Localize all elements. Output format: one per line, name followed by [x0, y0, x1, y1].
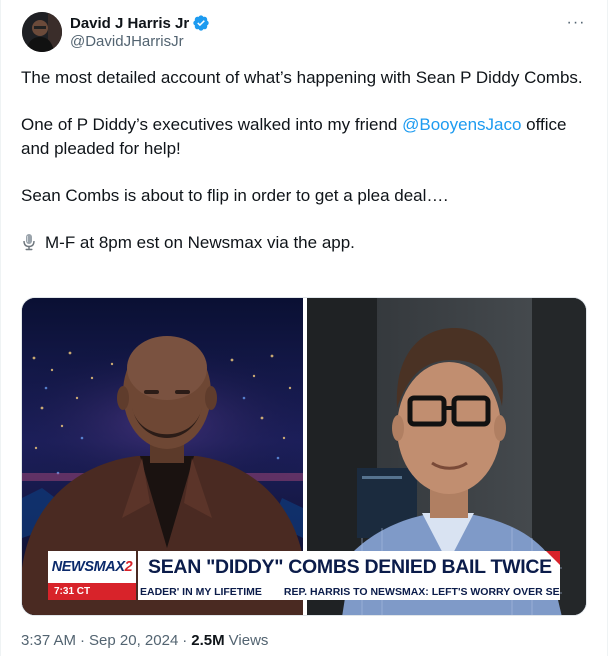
views-label: Views [228, 632, 269, 649]
tweet-paragraph-1: The most detailed account of what’s happ… [21, 68, 583, 87]
ticker-segment-2: REP. HARRIS TO NEWSMAX: LEFT'S WORRY OVE… [283, 585, 560, 598]
tweet-text-segment: One of P Diddy’s executives walked into … [21, 115, 403, 134]
chyron-ticker: EADER' IN MY LIFETIME REP. HARRIS TO NEW… [138, 583, 560, 600]
microphone-icon [21, 233, 37, 251]
chyron-time: 7:31 CT [48, 583, 136, 600]
author-avatar[interactable] [22, 12, 62, 52]
meta-separator: · [182, 632, 188, 649]
tweet-paragraph-3: Sean Combs is about to flip in order to … [21, 185, 449, 205]
tweet-paragraph-2: One of P Diddy’s executives walked into … [21, 113, 587, 160]
tweet: David J Harris Jr @DavidJHarrisJr ··· Th… [0, 0, 608, 656]
tweet-timestamp-date[interactable]: Sep 20, 2024 [89, 632, 178, 649]
meta-separator: · [80, 632, 86, 649]
author-display-name[interactable]: David J Harris Jr [70, 15, 189, 32]
tweet-text-segment: M-F at 8pm est on Newsmax via the app. [45, 232, 355, 252]
tweet-timestamp-time[interactable]: 3:37 AM [21, 632, 76, 649]
author-handle[interactable]: @DavidJHarrisJr [70, 33, 184, 50]
views-count: 2.5M [191, 632, 225, 649]
chyron-corner-accent [546, 551, 560, 565]
tweet-text: The most detailed account of what’s happ… [21, 66, 587, 254]
author-name-row: David J Harris Jr [70, 13, 210, 33]
mention-link[interactable]: @BooyensJaco [402, 115, 521, 134]
news-chyron: NEWSMAX 2 SEAN "DIDDY" COMBS DENIED BAIL … [48, 551, 560, 606]
logo-brand-main: NEWSMAX [51, 559, 125, 575]
ticker-segment-1: EADER' IN MY LIFETIME [140, 585, 262, 598]
newsmax2-logo: NEWSMAX 2 [48, 551, 136, 583]
chyron-headline-text: SEAN "DIDDY" COMBS DENIED BAIL TWICE [148, 555, 552, 578]
verified-badge-icon[interactable] [192, 14, 210, 32]
more-options-icon[interactable]: ··· [565, 12, 587, 34]
logo-brand-number: 2 [124, 559, 133, 575]
chyron-headline: SEAN "DIDDY" COMBS DENIED BAIL TWICE [138, 551, 560, 583]
tweet-meta: 3:37 AM · Sep 20, 2024 · 2.5M Views [21, 632, 268, 649]
tweet-media-video[interactable]: NEWSMAX 2 SEAN "DIDDY" COMBS DENIED BAIL … [21, 297, 587, 616]
tweet-paragraph-4: M-F at 8pm est on Newsmax via the app. [21, 231, 587, 255]
